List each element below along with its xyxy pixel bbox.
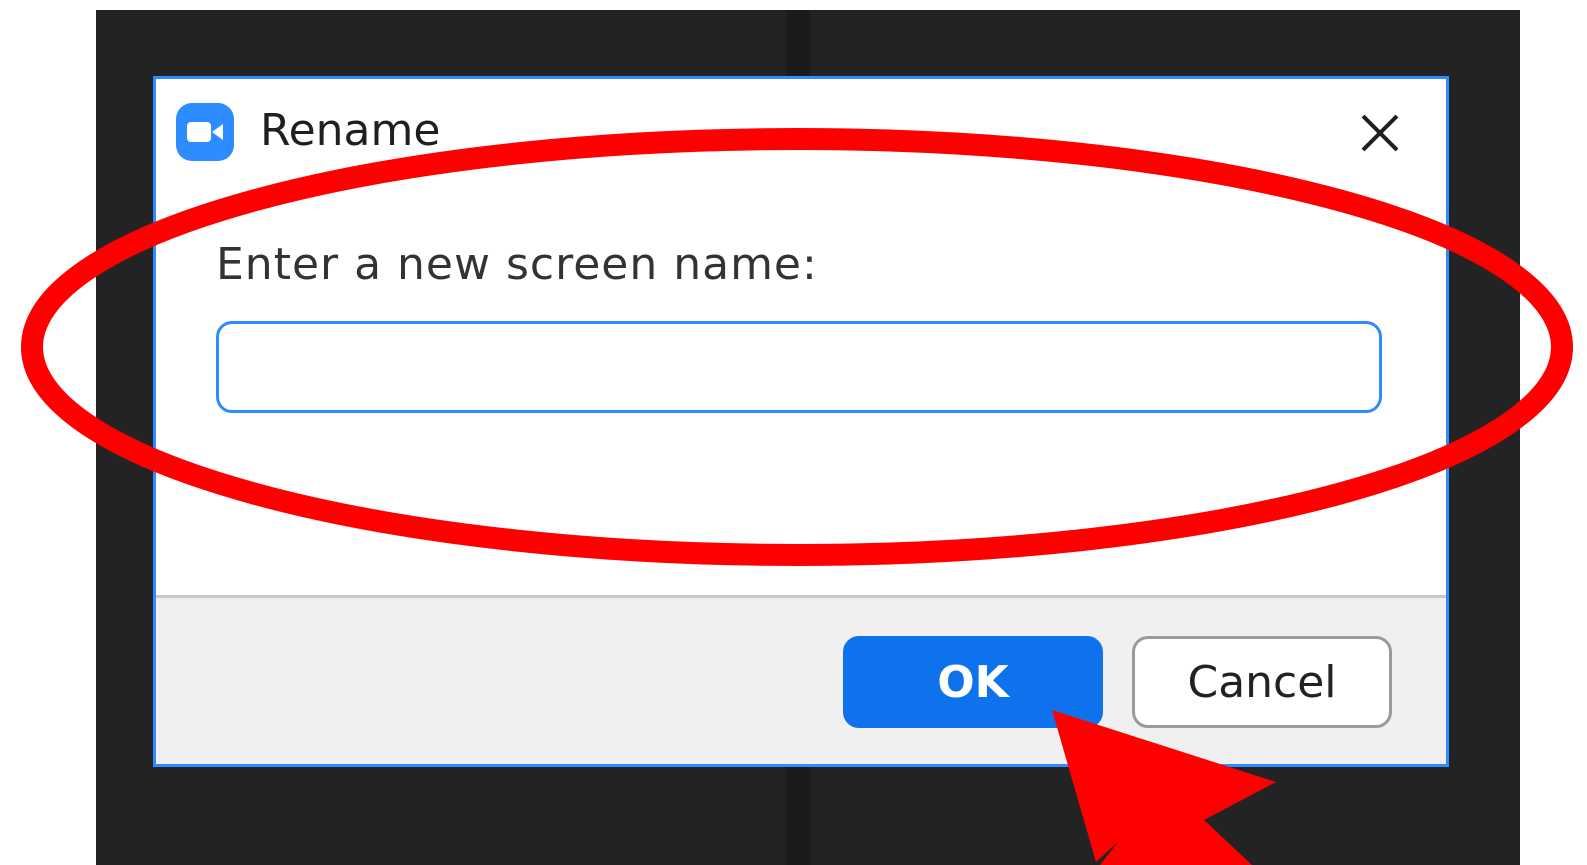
screen-name-label: Enter a new screen name: [216,239,818,290]
rename-dialog: Rename Enter a new screen name: OK Cance… [153,76,1449,767]
video-camera-icon [176,103,234,161]
dialog-footer: OK Cancel [156,595,1446,764]
ok-button[interactable]: OK [843,636,1103,728]
dialog-title: Rename [260,105,441,156]
camera-body-shape [187,122,211,142]
screenshot-stage: Rename Enter a new screen name: OK Cance… [0,0,1587,865]
dialog-titlebar: Rename [156,79,1446,183]
screen-name-input[interactable] [216,321,1382,413]
close-icon[interactable] [1352,105,1408,161]
camera-lens-shape [212,124,223,140]
cancel-button[interactable]: Cancel [1132,636,1392,728]
